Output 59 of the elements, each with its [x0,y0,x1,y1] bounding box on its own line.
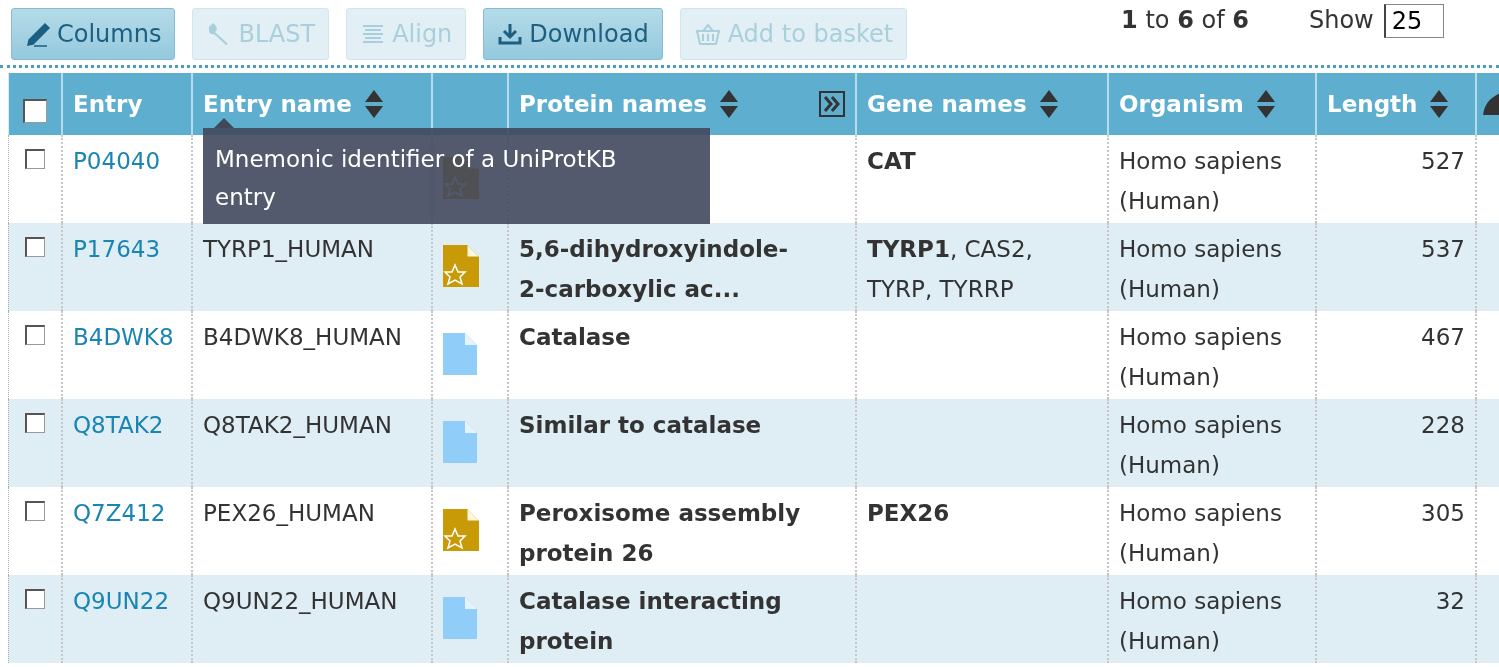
sequence-length: 305 [1421,500,1465,526]
checkbox[interactable] [25,589,45,609]
checkbox[interactable] [25,149,45,169]
expand-column-icon[interactable] [819,91,845,117]
tooltip: Mnemonic identifier of a UniProtKB entry [203,128,710,224]
sort-icon[interactable] [1255,89,1276,119]
protein-name: 5,6-dihydroxyindole-2-carboxylic ac... [519,236,788,302]
entry-link[interactable]: Q7Z412 [73,500,166,526]
organism: Homo sapiens (Human) [1119,500,1282,566]
pencil-icon [25,21,51,47]
entry-name: TYRP1_HUMAN [203,236,374,262]
organism: Homo sapiens (Human) [1119,412,1282,478]
organism: Homo sapiens (Human) [1119,236,1282,302]
checkbox[interactable] [25,237,45,257]
sort-icon[interactable] [363,89,384,119]
protein-name: Similar to catalase [519,412,762,438]
checkbox[interactable] [25,413,45,433]
column-header[interactable]: Length [1327,91,1418,117]
entry-link[interactable]: Q8TAK2 [73,412,164,438]
basket-icon [693,22,722,46]
gene-names: TYRP1, CAS2, TYRP, TYRRP [867,236,1033,302]
entry-link[interactable]: B4DWK8 [73,324,174,350]
entry-name: Q8TAK2_HUMAN [203,412,392,438]
sort-icon[interactable] [1429,89,1450,119]
organism: Homo sapiens (Human) [1119,588,1282,654]
protein-name: Catalase interacting protein [519,588,782,654]
column-header[interactable]: Entry [73,91,143,117]
pagination-text: 1 to 6 of 6 [1121,6,1249,34]
column-header[interactable]: Entry name [203,91,352,117]
sequence-length: 537 [1421,236,1465,262]
sort-icon[interactable] [1038,89,1059,119]
column-header[interactable]: Gene names [867,91,1027,117]
entry-name: PEX26_HUMAN [203,500,375,526]
entry-link[interactable]: P17643 [73,236,161,262]
sort-icon[interactable] [719,89,739,119]
checkbox[interactable] [23,99,47,123]
sequence-length: 467 [1421,324,1465,350]
sequence-length: 32 [1435,588,1465,614]
organism: Homo sapiens (Human) [1119,148,1282,214]
column-header[interactable]: Protein names [519,91,707,117]
entry-name: Q9UN22_HUMAN [203,588,398,614]
organism: Homo sapiens (Human) [1119,324,1282,390]
show-label: Show [1308,6,1374,34]
checkbox[interactable] [25,325,45,345]
gene-names: CAT [867,148,916,174]
protein-name: Peroxisome assembly protein 26 [519,500,801,566]
entry-link[interactable]: P04040 [73,148,161,174]
page-size-field[interactable]: 25 [1383,4,1444,38]
download-icon [497,22,524,46]
columns-button[interactable]: Columns [11,8,176,60]
protein-name: Catalase [519,324,631,350]
column-header[interactable]: Organism [1119,91,1244,117]
download-button[interactable]: Download [483,8,663,60]
sequence-length: 228 [1421,412,1465,438]
entry-name: B4DWK8_HUMAN [203,324,402,350]
sequence-length: 527 [1421,148,1465,174]
gene-names: PEX26 [867,500,950,526]
entry-link[interactable]: Q9UN22 [73,588,170,614]
checkbox[interactable] [25,501,45,521]
